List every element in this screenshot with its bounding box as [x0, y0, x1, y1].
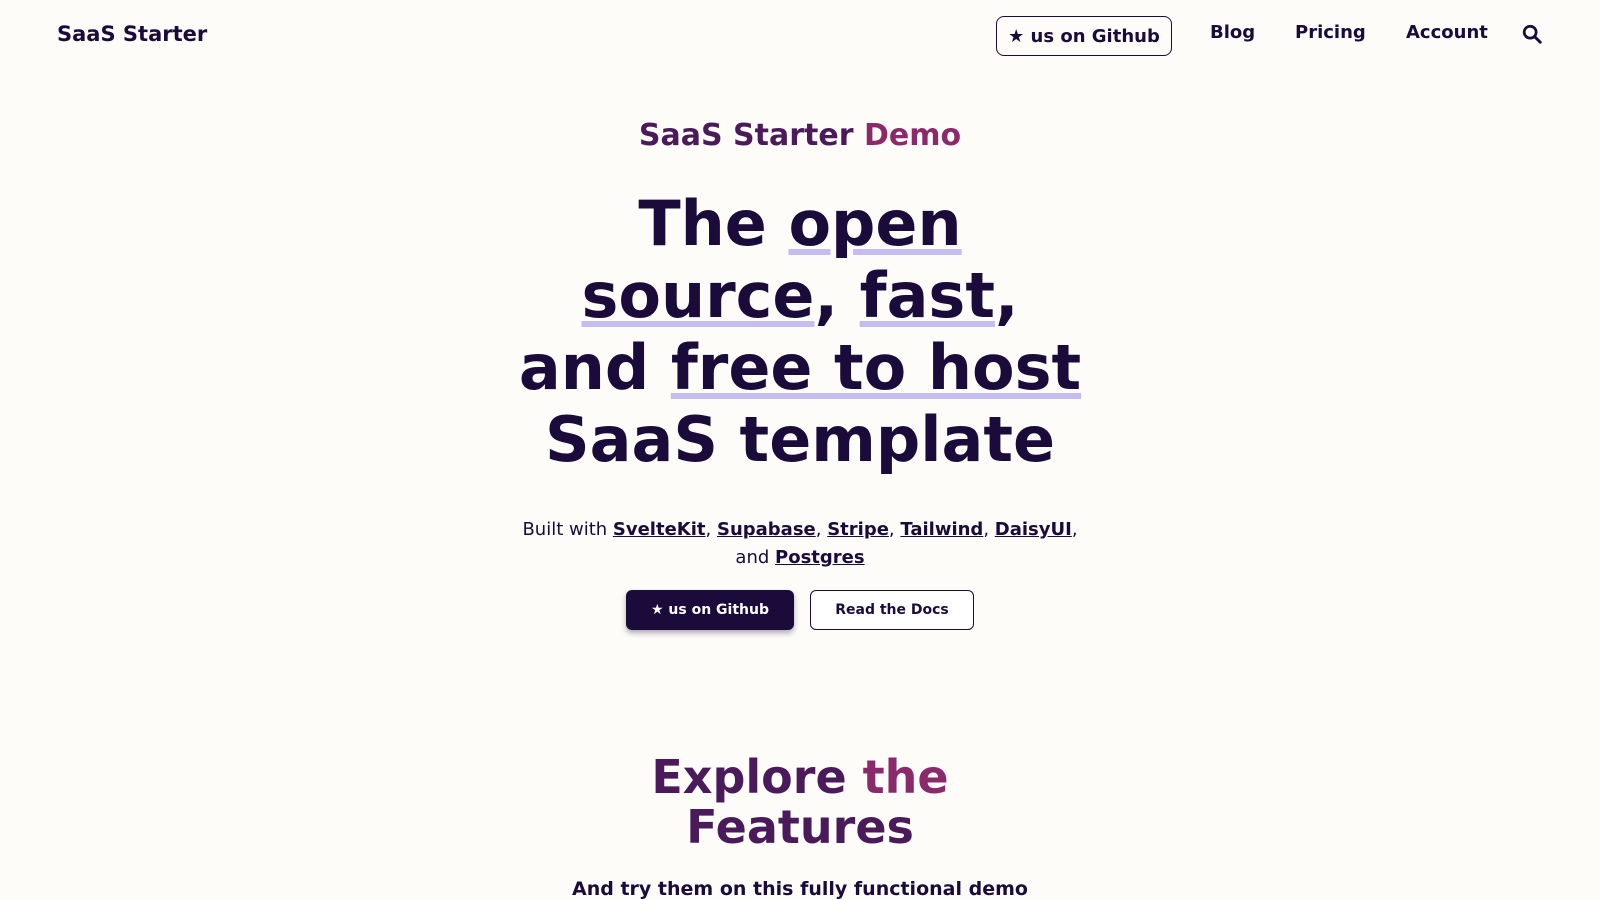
brand-link[interactable]: SaaS Starter	[57, 22, 207, 46]
demo-title-part2: Demo	[863, 118, 962, 153]
built-with-and: and	[735, 547, 776, 568]
headline-line-3: and free to host	[0, 332, 1600, 404]
tech-link-supabase[interactable]: Supabase	[717, 519, 816, 540]
headline-line-1: The open	[0, 188, 1600, 260]
github-star-button[interactable]: ★ us on Github	[626, 590, 794, 630]
headline-word: SaaS template	[544, 403, 1056, 476]
tech-link-stripe[interactable]: Stripe	[827, 519, 889, 540]
headline-highlight-open: open	[788, 187, 962, 260]
headline-line-2: source, fast,	[0, 260, 1600, 332]
headline-line-4: SaaS template	[0, 404, 1600, 476]
tech-link-tailwind[interactable]: Tailwind	[900, 519, 983, 540]
tech-link-postgres[interactable]: Postgres	[775, 547, 865, 568]
tech-link-daisyui[interactable]: DaisyUI	[995, 519, 1072, 540]
search-button[interactable]	[1520, 22, 1544, 46]
search-icon	[1522, 24, 1542, 44]
read-docs-button[interactable]: Read the Docs	[810, 590, 974, 630]
features-title-part3: Features	[686, 800, 914, 854]
built-with-prefix: Built with	[522, 519, 613, 540]
nav-link-pricing[interactable]: Pricing	[1295, 22, 1366, 43]
demo-title-part1: SaaS Starter	[638, 118, 864, 153]
headline-word: and	[518, 331, 671, 404]
demo-title: SaaS Starter Demo	[0, 118, 1600, 153]
built-with-text: Built with SvelteKit, Supabase, Stripe, …	[522, 519, 1078, 568]
features-title-part2: the	[862, 750, 949, 804]
features-title: Explore the Features	[0, 752, 1600, 852]
page: SaaS Starter ★ us on Github Blog Pricing…	[0, 0, 1600, 900]
headline-highlight-source: source	[581, 259, 815, 332]
headline-word: The	[638, 187, 789, 260]
hero-headline: The open source, fast, and free to host …	[0, 188, 1600, 476]
navbar: SaaS Starter ★ us on Github Blog Pricing…	[0, 0, 1600, 72]
features-subtitle: And try them on this fully functional de…	[572, 878, 1028, 900]
headline-word: ,	[994, 259, 1019, 332]
nav-link-blog[interactable]: Blog	[1210, 22, 1255, 43]
headline-highlight-fast: fast	[859, 259, 995, 332]
features-title-part1: Explore	[651, 750, 863, 804]
nav-link-account[interactable]: Account	[1406, 22, 1488, 43]
headline-word: ,	[814, 259, 860, 332]
nav-github-button[interactable]: ★ us on Github	[996, 16, 1172, 56]
headline-highlight-free-to-host: free to host	[670, 331, 1082, 404]
tech-link-sveltekit[interactable]: SvelteKit	[613, 519, 706, 540]
